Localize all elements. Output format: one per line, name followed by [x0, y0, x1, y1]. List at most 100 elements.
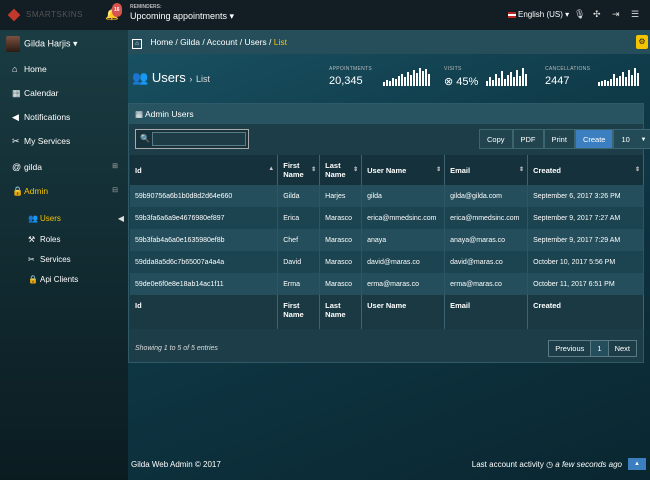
page-footer: Gilda Web Admin © 2017 Last account acti…	[128, 452, 650, 480]
menu-icon[interactable]: ☰	[631, 9, 639, 19]
column-header-first-name[interactable]: First Name ⇕	[277, 155, 321, 185]
cell-user-name: erica@mmedsinc.com	[361, 207, 446, 229]
sparkline-bar	[522, 68, 524, 86]
breadcrumb-bar: ⌂ Home / Gilda / Account / Users / List …	[128, 30, 650, 54]
sidebar-item-label: My Services	[24, 136, 71, 146]
avatar	[6, 36, 20, 52]
cell-last-name: Marasco	[319, 207, 363, 229]
table-row[interactable]: 59b3fab4a6a0e1635980ef8b Chef Marasco anaya…	[130, 229, 644, 251]
sidebar-item-gilda[interactable]: @ gilda ⊞	[0, 156, 128, 178]
sort-icon: ⇕	[436, 167, 442, 173]
sparkline-bar	[622, 72, 624, 86]
sparkline-bar	[383, 82, 385, 86]
sparkline-bar	[428, 74, 430, 86]
sidebar-item-notifications[interactable]: ◀ Notifications	[0, 106, 128, 128]
previous-page-button[interactable]: Previous	[549, 341, 590, 356]
table-row[interactable]: 59b90756a6b1b0d8d2d64e660 Gilda Harjes gild…	[130, 185, 644, 207]
home-square-icon[interactable]: ⌂	[132, 39, 142, 49]
microphone-icon[interactable]: 🎙	[574, 9, 585, 19]
copyright: Gilda Web Admin © 2017	[131, 460, 221, 469]
sparkline-bar	[507, 75, 509, 86]
sidebar-subitem-services[interactable]: ✂ Services	[0, 251, 128, 269]
sparkline-bar	[625, 77, 627, 86]
create-button[interactable]: Create	[574, 129, 614, 149]
active-caret-icon: ◀	[117, 214, 124, 223]
sparkline-bar	[513, 77, 515, 86]
column-header-id[interactable]: Id ▲	[130, 155, 279, 185]
cell-id: 59dda8a5d6c7b65007a4a4a	[130, 251, 279, 273]
breadcrumb-gilda[interactable]: Gilda /	[180, 37, 205, 47]
sidebar: Gilda Harjis ▾ ⌂ Home ▦ Calendar ◀ Notifica…	[0, 30, 128, 480]
table-row[interactable]: 59de0e6f0e8e18ab14ac1f11 Erma Marasco erma@…	[130, 273, 644, 295]
visits-icon: ⊗	[444, 76, 454, 88]
table-row[interactable]: 59b3fa6a6a9e4676980ef897 Erica Marasco eric…	[130, 207, 644, 229]
sidebar-item-home[interactable]: ⌂ Home	[0, 58, 128, 80]
copy-button[interactable]: Copy	[479, 129, 513, 149]
bell-icon[interactable]: 🔔 16	[105, 3, 122, 21]
grid-icon[interactable]: ✣	[593, 9, 601, 19]
stat-value: 20,345	[329, 75, 363, 87]
sparkline-bar	[419, 68, 421, 86]
caret-down-icon: ▼	[640, 137, 647, 143]
sidebar-item-my-services[interactable]: ✂ My Services	[0, 130, 128, 152]
breadcrumb-users[interactable]: Users /	[244, 37, 271, 47]
breadcrumb-account[interactable]: Account /	[207, 37, 242, 47]
sidebar-subitem-api-clients[interactable]: 🔒 Api Clients	[0, 271, 128, 289]
sidebar-subitem-roles[interactable]: ⚒ Roles	[0, 231, 128, 249]
sparkline-bar	[489, 77, 491, 86]
table-row[interactable]: 59dda8a5d6c7b65007a4a4a David Marasco david…	[130, 251, 644, 273]
breadcrumb-home[interactable]: Home /	[150, 37, 177, 47]
column-header-email[interactable]: Email ⇕	[444, 155, 529, 185]
sidebar-item-calendar[interactable]: ▦ Calendar	[0, 82, 128, 104]
column-header-created[interactable]: Created ⇕	[527, 155, 644, 185]
next-page-button[interactable]: Next	[609, 341, 636, 356]
sparkline-visits	[486, 68, 532, 86]
top-bar: SMARTSKINS 🔔 16 REMINDERS: Upcoming appoi…	[0, 0, 650, 30]
cell-id: 59de0e6f0e8e18ab14ac1f11	[130, 273, 279, 295]
stat-label: VISITS	[444, 66, 462, 72]
print-button[interactable]: Print	[543, 129, 575, 149]
sparkline-bar	[389, 81, 391, 86]
panel-title: Admin Users	[144, 109, 194, 119]
sparkline-bar	[425, 69, 427, 86]
page-size-select[interactable]: 10 ▼	[613, 129, 650, 149]
cell-last-name: Marasco	[319, 229, 363, 251]
us-flag-icon	[508, 11, 516, 18]
column-header-user-name[interactable]: User Name ⇕	[361, 155, 446, 185]
sparkline-bar	[495, 74, 497, 86]
megaphone-icon: ◀	[12, 112, 19, 122]
users-icon: 👥	[28, 214, 38, 223]
column-header-last-name[interactable]: Last Name ⇕	[319, 155, 363, 185]
sparkline-bar	[492, 80, 494, 86]
gear-icon[interactable]: ⚙	[636, 35, 648, 49]
page-size-value: 10	[621, 135, 630, 144]
users-icon: 👥	[132, 70, 149, 85]
search-input[interactable]	[152, 132, 246, 146]
table-header-row: Id ▲ First Name ⇕ Last Name ⇕ User Name ⇕ Em…	[130, 155, 644, 185]
sidebar-item-admin[interactable]: 🔒Admin ⊟	[0, 180, 128, 202]
reminders-dropdown[interactable]: Upcoming appointments ▾	[130, 11, 234, 22]
reminders[interactable]: REMINDERS: Upcoming appointments ▾	[130, 4, 234, 22]
logout-icon[interactable]: ⇥	[612, 9, 620, 19]
sidebar-subitem-users[interactable]: 👥 Users ◀	[0, 210, 128, 228]
sidebar-item-label: Roles	[40, 235, 61, 244]
at-icon: @	[12, 162, 22, 172]
app-logo[interactable]: SMARTSKINS	[7, 8, 100, 22]
pdf-button[interactable]: PDF	[512, 129, 544, 149]
sparkline-bar	[413, 70, 415, 86]
sort-icon: ⇕	[519, 167, 525, 173]
user-menu[interactable]: Gilda Harjis ▾	[6, 36, 78, 52]
language-select[interactable]: English (US) ▾	[508, 10, 569, 19]
page-title-text: Users	[151, 70, 186, 85]
sparkline-bar	[598, 82, 600, 86]
cell-email: erma@maras.co	[444, 273, 529, 295]
page-number-button[interactable]: 1	[590, 341, 609, 356]
sparkline-bar	[392, 78, 394, 86]
sparkline-bar	[510, 72, 512, 86]
cell-last-name: Marasco	[319, 273, 363, 295]
scroll-top-icon[interactable]: ▲	[628, 458, 646, 470]
gavel-icon: ⚒	[28, 235, 36, 244]
stat-value: 45%	[456, 76, 479, 88]
breadcrumb: ⌂ Home / Gilda / Account / Users / List	[132, 37, 287, 49]
sidebar-item-label: Calendar	[24, 88, 59, 98]
